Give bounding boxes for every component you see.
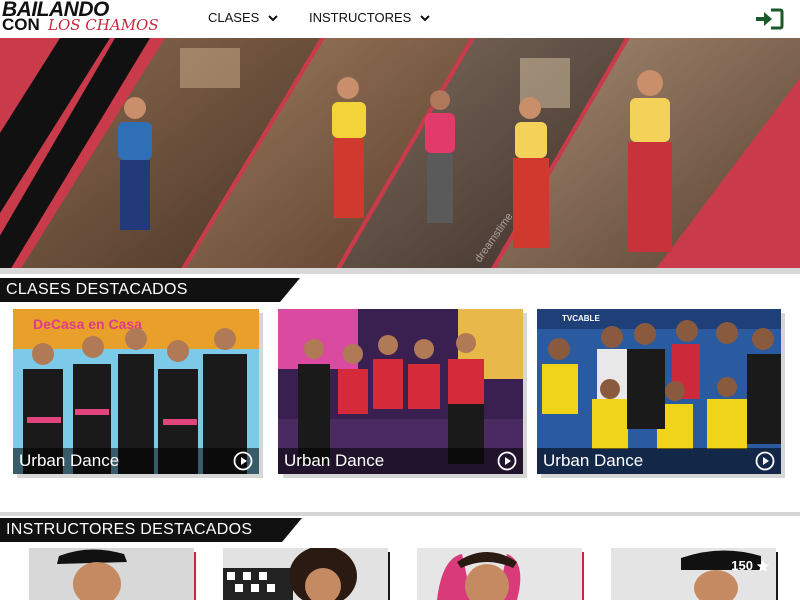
like-count: 150 xyxy=(731,558,753,573)
hero-divider xyxy=(0,268,800,274)
instructor-photo xyxy=(29,548,194,600)
class-card-3[interactable]: TVCABLE Urban Dance xyxy=(537,309,781,474)
star-icon xyxy=(756,559,770,572)
chevron-down-icon xyxy=(420,14,431,21)
instructor-photo xyxy=(223,548,388,600)
sign-text: DeCasa en Casa xyxy=(33,316,142,332)
logo-line-3: LOS CHAMOS xyxy=(48,16,159,34)
hero-banner: dreamstime xyxy=(0,38,800,270)
sign-in-icon[interactable] xyxy=(754,8,784,30)
sign-text: TVCABLE xyxy=(562,314,600,323)
hero-collage: dreamstime xyxy=(0,38,800,270)
instructor-card-3[interactable] xyxy=(417,548,582,600)
class-title: Urban Dance xyxy=(284,451,385,470)
section-title-clases: CLASES DESTACADOS xyxy=(6,281,188,298)
class-card-1[interactable]: DeCasa en Casa Urban Dance xyxy=(13,309,259,474)
nav-instructores-label: INSTRUCTORES xyxy=(309,10,412,25)
instructor-card-1[interactable] xyxy=(29,548,194,600)
logo-line-2: CON xyxy=(2,15,40,34)
instructor-card-4[interactable]: 150 xyxy=(611,548,776,600)
instructor-photo xyxy=(417,548,582,600)
nav-clases[interactable]: CLASES xyxy=(208,10,279,25)
like-badge: 150 xyxy=(731,558,770,573)
play-icon[interactable] xyxy=(755,451,775,471)
instructor-card-2[interactable] xyxy=(223,548,388,600)
instructor-photo xyxy=(611,548,776,600)
play-icon[interactable] xyxy=(233,451,253,471)
class-title: Urban Dance xyxy=(543,451,644,470)
nav-instructores[interactable]: INSTRUCTORES xyxy=(309,10,431,25)
chevron-down-icon xyxy=(268,14,279,21)
class-card-2[interactable]: Urban Dance xyxy=(278,309,523,474)
top-navbar: BAILANDO CON LOS CHAMOS CLASES INSTRUCTO… xyxy=(0,0,800,38)
section-banner-clases: CLASES DESTACADOS xyxy=(0,278,300,302)
section-banner-instructores: INSTRUCTORES DESTACADOS xyxy=(0,518,302,542)
section-title-instructores: INSTRUCTORES DESTACADOS xyxy=(6,521,253,538)
site-logo[interactable]: BAILANDO CON LOS CHAMOS xyxy=(0,0,166,36)
nav-clases-label: CLASES xyxy=(208,10,260,25)
class-title: Urban Dance xyxy=(19,451,120,470)
play-icon[interactable] xyxy=(497,451,517,471)
section-divider xyxy=(0,512,800,516)
